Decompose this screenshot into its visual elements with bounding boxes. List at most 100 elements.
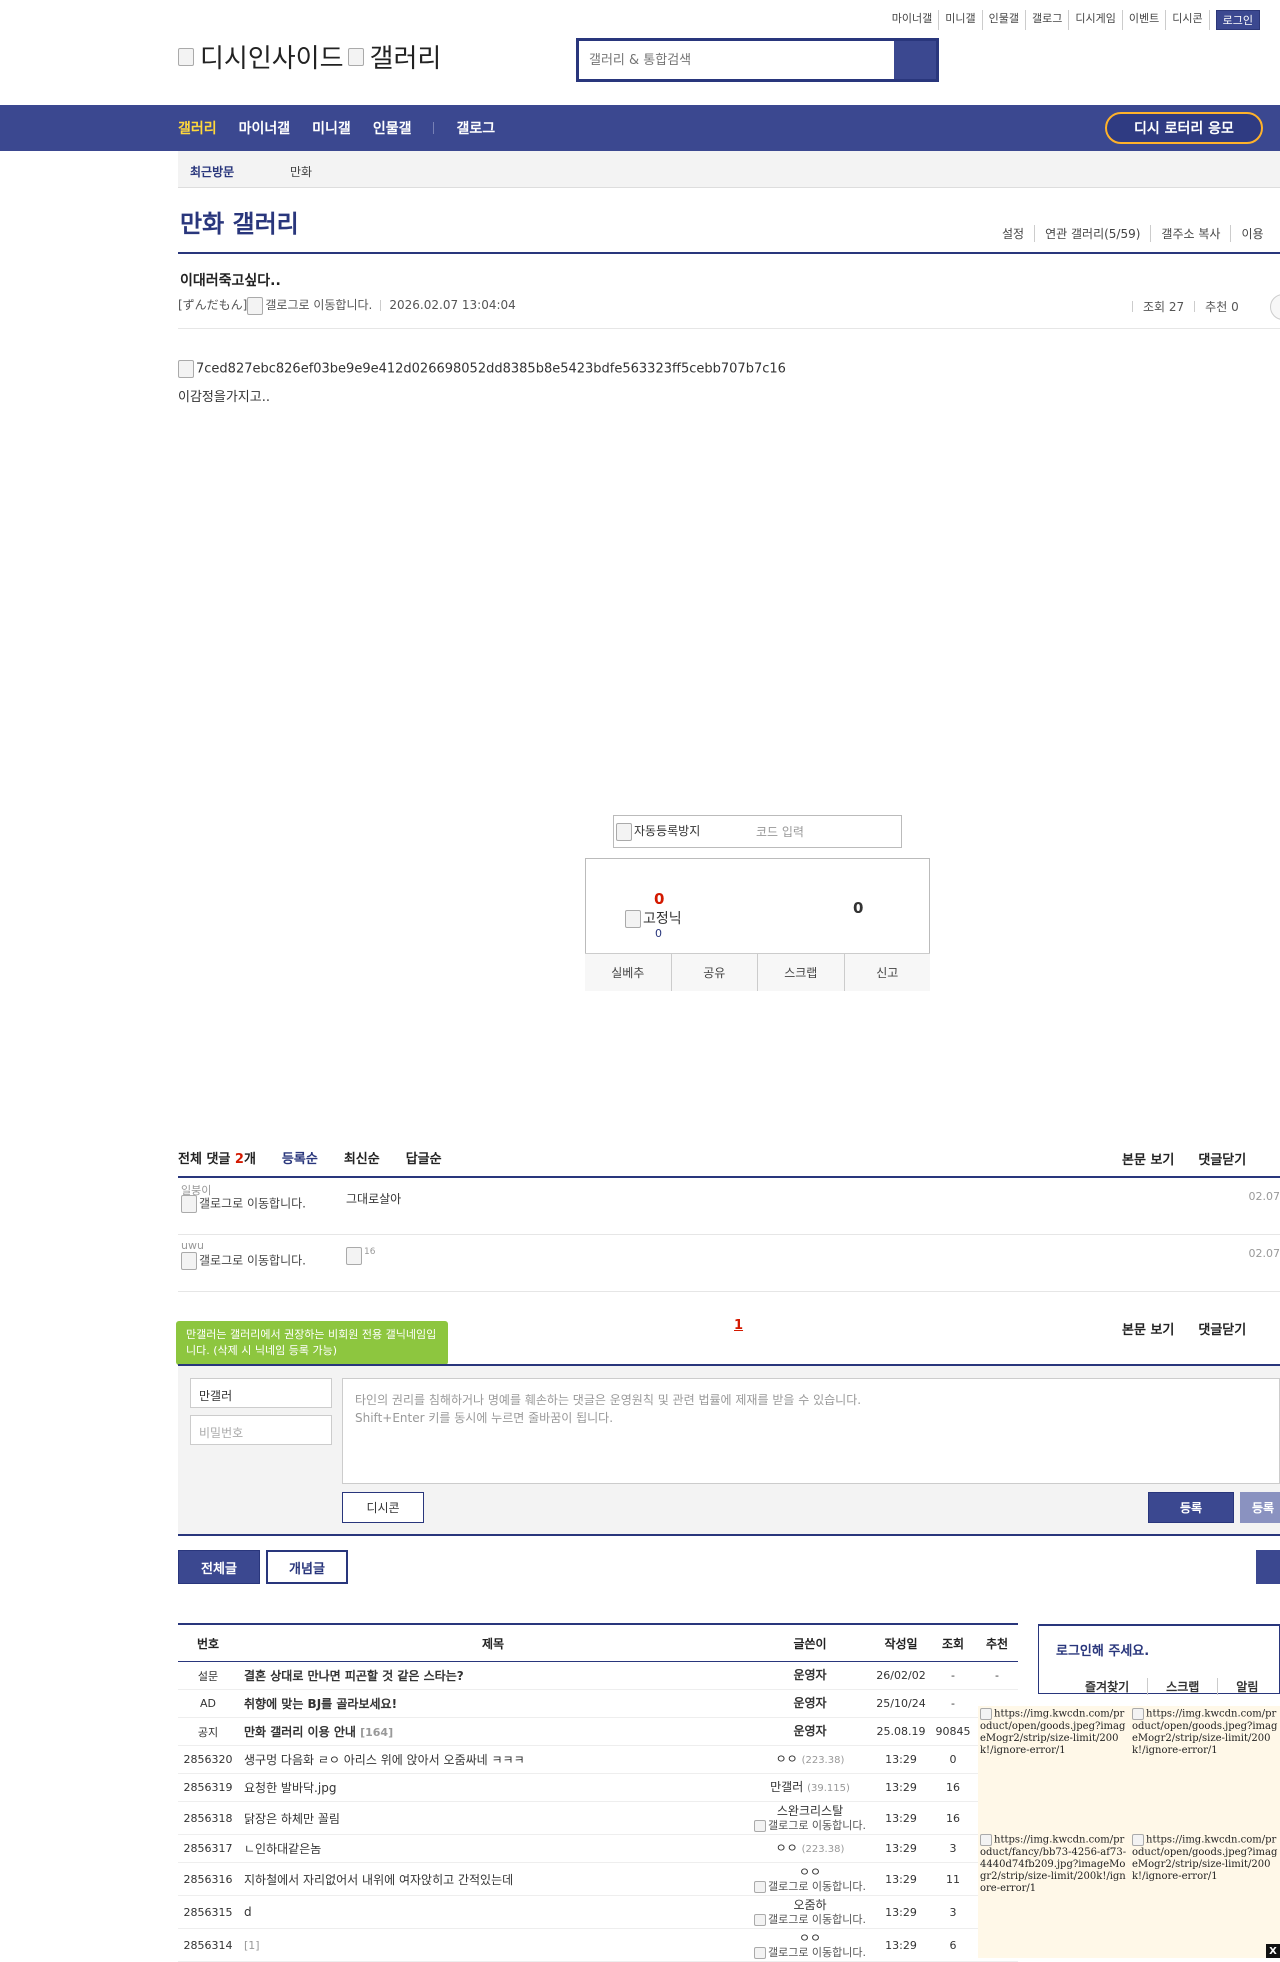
post-subject-text[interactable]: 생구멍 다음화 ㄹㅇ 아리스 위에 앉아서 오줌싸네 ㅋㅋㅋ	[244, 1753, 525, 1767]
comment-nick[interactable]: uwu	[181, 1239, 204, 1252]
copy-address-link[interactable]: 갤주소 복사	[1150, 225, 1230, 242]
login-button[interactable]: 로그인	[1216, 10, 1260, 30]
writer-nick[interactable]: ㅇㅇ	[799, 1865, 821, 1879]
post-subject-text[interactable]: 요청한 발바닥.jpg	[244, 1781, 336, 1795]
post-writer[interactable]: ㅇㅇ (223.38)	[748, 1835, 872, 1863]
top-link-event[interactable]: 이벤트	[1123, 10, 1166, 30]
submit-button[interactable]: 등록	[1148, 1492, 1234, 1523]
nav-person[interactable]: 인물갤	[373, 118, 412, 138]
post-subject-text[interactable]: 만화 갤러리 이용 안내	[244, 1725, 356, 1739]
top-link-mini[interactable]: 미니갤	[939, 10, 982, 30]
view-body-button[interactable]: 본문 보기	[1122, 1149, 1174, 1168]
gallery-title[interactable]: 만화 갤러리	[180, 204, 299, 239]
submit-recommend-button[interactable]: 등록	[1240, 1492, 1280, 1523]
usage-link[interactable]: 이용	[1230, 225, 1273, 242]
dccon-button[interactable]: 디시콘	[342, 1492, 424, 1523]
tab-scrap[interactable]: 스크랩	[1147, 1678, 1217, 1695]
post-subject-text[interactable]: d	[244, 1905, 252, 1919]
recent-item[interactable]: 만화	[290, 163, 312, 180]
tab-all-posts[interactable]: 전체글	[178, 1550, 260, 1584]
close-ad-icon[interactable]: X	[1266, 1944, 1280, 1958]
top-link-gallog[interactable]: 갤로그	[1026, 10, 1069, 30]
captcha-input[interactable]: 코드 입력	[756, 823, 804, 840]
post-subject[interactable]: ㄴ인하대같은놈	[238, 1835, 748, 1863]
post-writer[interactable]: 스완크리스탈 갤로그로 이동합니다.	[748, 1802, 872, 1835]
writer-nick[interactable]: 운영자	[793, 1696, 826, 1710]
post-writer[interactable]: ㅇㅇ 갤로그로 이동합니다.	[748, 1929, 872, 1962]
post-subject[interactable]: 결혼 상대로 만나면 피곤할 것 같은 스타는?	[238, 1662, 748, 1690]
comment-page-1[interactable]: 1	[734, 1318, 743, 1333]
post-writer[interactable]: 만갤러 (39.115)	[748, 1774, 872, 1802]
post-subject-text[interactable]: 취향에 맞는 BJ를 골라보세요!	[244, 1697, 397, 1711]
nav-gallog[interactable]: 갤로그	[456, 118, 495, 138]
post-writer[interactable]: ㅇㅇ (223.38)	[748, 1746, 872, 1774]
nav-minor[interactable]: 마이너갤	[239, 118, 291, 138]
post-author[interactable]: [ずんだもん]갤로그로 이동합니다.	[178, 296, 372, 315]
comment-gallog[interactable]: 갤로그로 이동합니다.	[181, 1195, 306, 1213]
writer-gallog[interactable]: 갤로그로 이동합니다.	[754, 1880, 866, 1893]
post-writer[interactable]: 운영자	[748, 1718, 872, 1746]
scrap-button[interactable]: 스크랩	[757, 954, 844, 991]
post-subject[interactable]: 취향에 맞는 BJ를 골라보세요!	[238, 1690, 748, 1718]
nickname-field[interactable]: 만갤러	[190, 1378, 332, 1408]
sort-latest[interactable]: 최신순	[344, 1148, 380, 1167]
post-subject[interactable]: d	[238, 1896, 748, 1929]
top-link-minor[interactable]: 마이너갤	[886, 10, 939, 30]
lotto-button[interactable]: 디시 로터리 응모	[1105, 112, 1263, 144]
tab-favorites[interactable]: 즐겨찾기	[1050, 1678, 1147, 1695]
writer-nick[interactable]: ㅇㅇ	[776, 1841, 798, 1855]
post-more-icon[interactable]	[1270, 294, 1280, 320]
reply-count[interactable]: [164]	[360, 1726, 393, 1739]
tab-concept-posts[interactable]: 개념글	[266, 1550, 348, 1584]
nav-gallery[interactable]: 갤러리	[178, 118, 217, 138]
writer-nick[interactable]: 만갤러	[770, 1780, 803, 1794]
close-comments-button[interactable]: 댓글닫기	[1198, 1149, 1246, 1168]
post-subject[interactable]: [1]	[238, 1929, 748, 1962]
reply-count[interactable]: [1]	[244, 1939, 260, 1952]
writer-nick[interactable]: ㅇㅇ	[776, 1752, 798, 1766]
post-subject-text[interactable]: ㄴ인하대같은놈	[244, 1842, 321, 1856]
post-subject[interactable]: 닭장은 하체만 꼴림	[238, 1802, 748, 1835]
post-writer[interactable]: 운영자	[748, 1690, 872, 1718]
post-writer[interactable]: 운영자	[748, 1662, 872, 1690]
post-writer[interactable]: ㅇㅇ 갤로그로 이동합니다.	[748, 1863, 872, 1896]
write-post-button[interactable]	[1256, 1550, 1280, 1584]
ad-image[interactable]: https://img.kwcdn.com/product/open/goods…	[1132, 1834, 1280, 1883]
comment-gallog[interactable]: 갤로그로 이동합니다.	[181, 1252, 306, 1270]
recommend-down-count[interactable]: 0	[853, 899, 863, 917]
ad-image[interactable]: https://img.kwcdn.com/product/open/goods…	[980, 1708, 1130, 1757]
ad-image[interactable]: https://img.kwcdn.com/product/open/goods…	[1132, 1708, 1280, 1757]
close-comments-button[interactable]: 댓글닫기	[1198, 1319, 1246, 1338]
related-gallery-link[interactable]: 연관 갤러리(5/59)	[1034, 225, 1150, 242]
view-body-button[interactable]: 본문 보기	[1122, 1319, 1174, 1338]
top-link-dccon[interactable]: 디시콘	[1166, 10, 1209, 30]
share-button[interactable]: 공유	[671, 954, 758, 991]
writer-nick[interactable]: 스완크리스탈	[777, 1804, 843, 1818]
search-button[interactable]	[894, 41, 936, 79]
post-subject-text[interactable]: 결혼 상대로 만나면 피곤할 것 같은 스타는?	[244, 1669, 464, 1683]
top-link-person[interactable]: 인물갤	[983, 10, 1026, 30]
writer-nick[interactable]: 운영자	[793, 1724, 826, 1738]
writer-nick[interactable]: ㅇㅇ	[799, 1931, 821, 1945]
writer-gallog[interactable]: 갤로그로 이동합니다.	[754, 1819, 866, 1832]
writer-nick[interactable]: 오줌하	[793, 1898, 826, 1912]
post-subject[interactable]: 생구멍 다음화 ㄹㅇ 아리스 위에 앉아서 오줌싸네 ㅋㅋㅋ	[238, 1746, 748, 1774]
top-link-game[interactable]: 디시게임	[1069, 10, 1122, 30]
gallog-link[interactable]: 갤로그로 이동합니다.	[265, 298, 372, 312]
best-recommend-button[interactable]: 실베추	[585, 954, 671, 991]
password-field[interactable]: 비밀번호	[190, 1415, 332, 1445]
gallery-settings-link[interactable]: 설정	[1002, 225, 1034, 242]
side-login-title[interactable]: 로그인해 주세요.	[1056, 1640, 1149, 1659]
post-subject[interactable]: 만화 갤러리 이용 안내 [164]	[238, 1718, 748, 1746]
search-input[interactable]	[579, 41, 894, 79]
ad-image[interactable]: https://img.kwcdn.com/product/fancy/bb73…	[980, 1834, 1130, 1895]
post-subject-text[interactable]: 지하철에서 자리없어서 내위에 여자앉히고 간적있는데	[244, 1873, 513, 1887]
post-subject[interactable]: 지하철에서 자리없어서 내위에 여자앉히고 간적있는데	[238, 1863, 748, 1896]
site-logo[interactable]: 디시인사이드 갤러리	[178, 38, 441, 75]
recommend-up-count[interactable]: 0	[654, 890, 664, 908]
report-button[interactable]: 신고	[844, 954, 931, 991]
writer-nick[interactable]: 운영자	[793, 1668, 826, 1682]
sort-registered[interactable]: 등록순	[282, 1148, 318, 1167]
tab-alerts[interactable]: 알림	[1217, 1678, 1276, 1695]
writer-gallog[interactable]: 갤로그로 이동합니다.	[754, 1946, 866, 1959]
